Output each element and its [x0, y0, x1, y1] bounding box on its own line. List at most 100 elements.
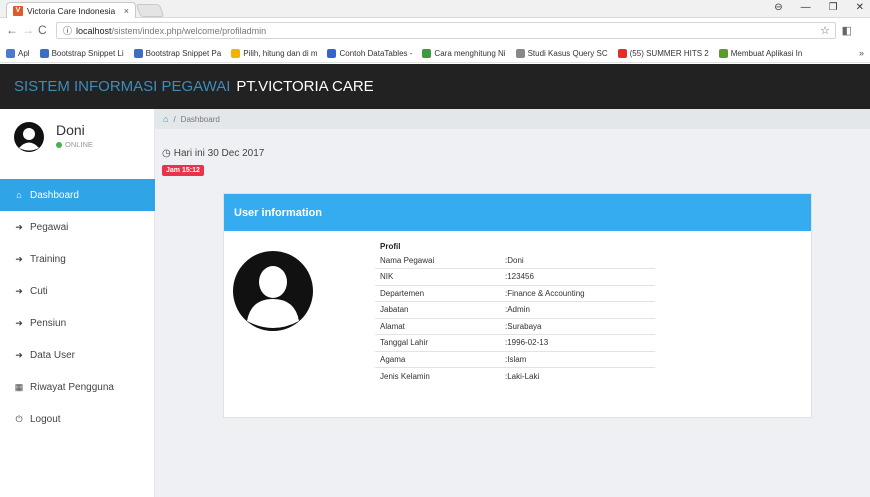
- table-row: Alamat :Surabaya: [375, 318, 655, 335]
- brand-title[interactable]: SISTEM INFORMASI PEGAWAI: [14, 78, 230, 95]
- sidebar-item-label: Cuti: [30, 285, 48, 297]
- circle-arrow-icon: ➜: [15, 317, 23, 328]
- reload-icon[interactable]: C: [38, 23, 47, 37]
- close-icon[interactable]: ×: [124, 6, 129, 16]
- account-icon[interactable]: ⊖: [774, 2, 782, 13]
- home-icon[interactable]: ⌂: [163, 114, 168, 124]
- new-tab-button[interactable]: [135, 4, 165, 17]
- browser-tab[interactable]: V Victoria Care Indonesia ×: [6, 2, 136, 18]
- url-input[interactable]: ⓘ localhost/sistem/index.php/welcome/pro…: [56, 22, 836, 39]
- online-dot-icon: [56, 141, 62, 148]
- sidebar-item-pensiun[interactable]: ➜ Pensiun: [0, 307, 155, 339]
- bookmark-favicon-icon: [39, 48, 49, 58]
- sidebar-item-pegawai[interactable]: ➜ Pegawai: [0, 211, 155, 243]
- bookmark-label: Contoh DataTables -: [339, 48, 413, 58]
- field-value: :123456: [505, 272, 534, 282]
- avatar: [14, 122, 44, 152]
- circle-arrow-icon: ➜: [15, 285, 23, 296]
- bookmark-favicon-icon: [327, 48, 337, 58]
- field-label: Nama Pegawai: [380, 255, 435, 265]
- extension-icon[interactable]: ◧: [842, 24, 852, 37]
- field-label: Alamat: [380, 321, 405, 331]
- field-label: Agama: [380, 354, 406, 364]
- url-path: /sistem/index.php/welcome/profiladmin: [111, 25, 267, 36]
- sidebar-item-data-user[interactable]: ➜ Data User: [0, 339, 155, 371]
- bookmark-label: Bootstrap Snippet Li: [51, 48, 124, 58]
- bookmark-item[interactable]: Contoh DataTables -: [327, 48, 413, 58]
- profile-avatar: [233, 251, 313, 331]
- bookmark-favicon-icon: [6, 48, 15, 58]
- table-row: Nama Pegawai :Doni: [375, 252, 655, 269]
- bookmark-favicon-icon: [133, 48, 143, 58]
- breadcrumb-separator: /: [173, 114, 176, 124]
- breadcrumb: ⌂ / Dashboard: [155, 109, 870, 129]
- window-close-icon[interactable]: ✕: [856, 2, 864, 13]
- sidebar-item-label: Pensiun: [30, 317, 67, 329]
- sidebar-item-cuti[interactable]: ➜ Cuti: [0, 275, 155, 307]
- bookmark-label: Apl: [18, 48, 30, 58]
- bookmark-item[interactable]: Bootstrap Snippet Pa: [133, 48, 222, 58]
- power-icon: ⏻: [15, 413, 23, 424]
- main-content: ⌂ / Dashboard ◷ Hari ini 30 Dec 2017 Jam…: [155, 109, 870, 497]
- date-text: Hari ini 30 Dec 2017: [173, 148, 265, 159]
- bookmark-item[interactable]: Membuat Aplikasi In: [718, 48, 803, 58]
- sidebar-item-label: Logout: [30, 413, 61, 425]
- sidebar-item-dashboard[interactable]: ⌂ Dashboard: [0, 179, 155, 211]
- tab-title: Victoria Care Indonesia: [27, 5, 116, 16]
- status-badge: ONLINE: [56, 140, 93, 149]
- profile-table: Nama Pegawai :Doni NIK :123456 Departemen:Fi…: [375, 252, 655, 384]
- bookmark-item[interactable]: (55) SUMMER HITS 2: [617, 48, 709, 58]
- user-panel: Doni ONLINE: [0, 109, 155, 169]
- field-value: :Admin: [505, 305, 530, 315]
- table-row: Agama:Islam: [375, 351, 655, 368]
- brand-company: PT.VICTORIA CARE: [236, 78, 374, 95]
- profil-heading: Profil: [380, 242, 401, 251]
- clock-icon: ◷: [162, 148, 171, 159]
- browser-tab-bar: V Victoria Care Indonesia × ⊖ — ❐ ✕: [0, 0, 870, 18]
- back-icon[interactable]: ←: [6, 23, 18, 37]
- window-controls: ⊖ — ❐ ✕: [774, 2, 864, 13]
- bookmark-star-icon[interactable]: ☆: [820, 24, 830, 37]
- bookmark-item[interactable]: Bootstrap Snippet Li: [39, 48, 124, 58]
- circle-arrow-icon: ➜: [15, 253, 23, 264]
- bookmark-item[interactable]: Cara menghitung Ni: [422, 48, 506, 58]
- user-info-panel: User information Profil Nama Pegawai:Don…: [223, 193, 812, 418]
- calendar-icon: ▦: [14, 381, 24, 392]
- sidebar-item-label: Data User: [30, 349, 76, 361]
- address-bar: ← → C ⓘ localhost/sistem/index.php/welco…: [0, 18, 870, 44]
- bookmarks-bar: Apl Bootstrap Snippet Li Bootstrap Snippet…: [0, 44, 870, 63]
- url-host: localhost: [76, 25, 112, 36]
- bookmark-label: Membuat Aplikasi In: [730, 48, 803, 58]
- table-row: NIK :123456: [375, 269, 655, 285]
- favicon-icon: V: [13, 5, 23, 16]
- field-value: :Laki-Laki: [505, 371, 540, 381]
- bookmark-item[interactable]: Apl: [6, 48, 30, 58]
- field-value: :Finance & Accounting: [505, 288, 585, 298]
- bookmark-label: Cara menghitung Ni: [434, 48, 506, 58]
- sidebar-item-riwayat-pengguna[interactable]: ▦ Riwayat Pengguna: [0, 371, 155, 403]
- maximize-icon[interactable]: ❐: [829, 2, 838, 13]
- field-label: Tanggal Lahir: [380, 338, 429, 348]
- field-label: NIK: [380, 272, 394, 282]
- bookmark-item[interactable]: Pilih, hitung dan di m: [231, 48, 317, 58]
- table-row: Tanggal Lahir :1996-02-13: [375, 335, 655, 351]
- bookmark-favicon-icon: [718, 48, 728, 58]
- bookmark-label: Bootstrap Snippet Pa: [145, 48, 222, 58]
- forward-icon[interactable]: →: [22, 23, 34, 37]
- table-row: Departemen:Finance & Accounting: [375, 285, 655, 302]
- minimize-icon[interactable]: —: [801, 2, 811, 13]
- field-value: :1996-02-13: [505, 338, 549, 348]
- bookmarks-overflow-button[interactable]: »: [859, 48, 864, 58]
- bookmark-item[interactable]: Studi Kasus Query SC: [515, 48, 608, 58]
- sidebar-item-logout[interactable]: ⏻ Logout: [0, 403, 155, 435]
- date-line: ◷ Hari ini 30 Dec 2017: [162, 148, 264, 159]
- clock-badge: Jam 15:12: [162, 165, 204, 176]
- sidebar-item-training[interactable]: ➜ Training: [0, 243, 155, 275]
- info-icon: ⓘ: [63, 26, 73, 36]
- sidebar-item-label: Dashboard: [30, 189, 79, 201]
- bookmark-favicon-icon: [515, 48, 525, 58]
- bookmark-favicon-icon: [617, 48, 627, 58]
- field-value: :Surabaya: [505, 321, 542, 331]
- status-text: ONLINE: [65, 140, 93, 149]
- field-value: :Doni: [505, 255, 524, 265]
